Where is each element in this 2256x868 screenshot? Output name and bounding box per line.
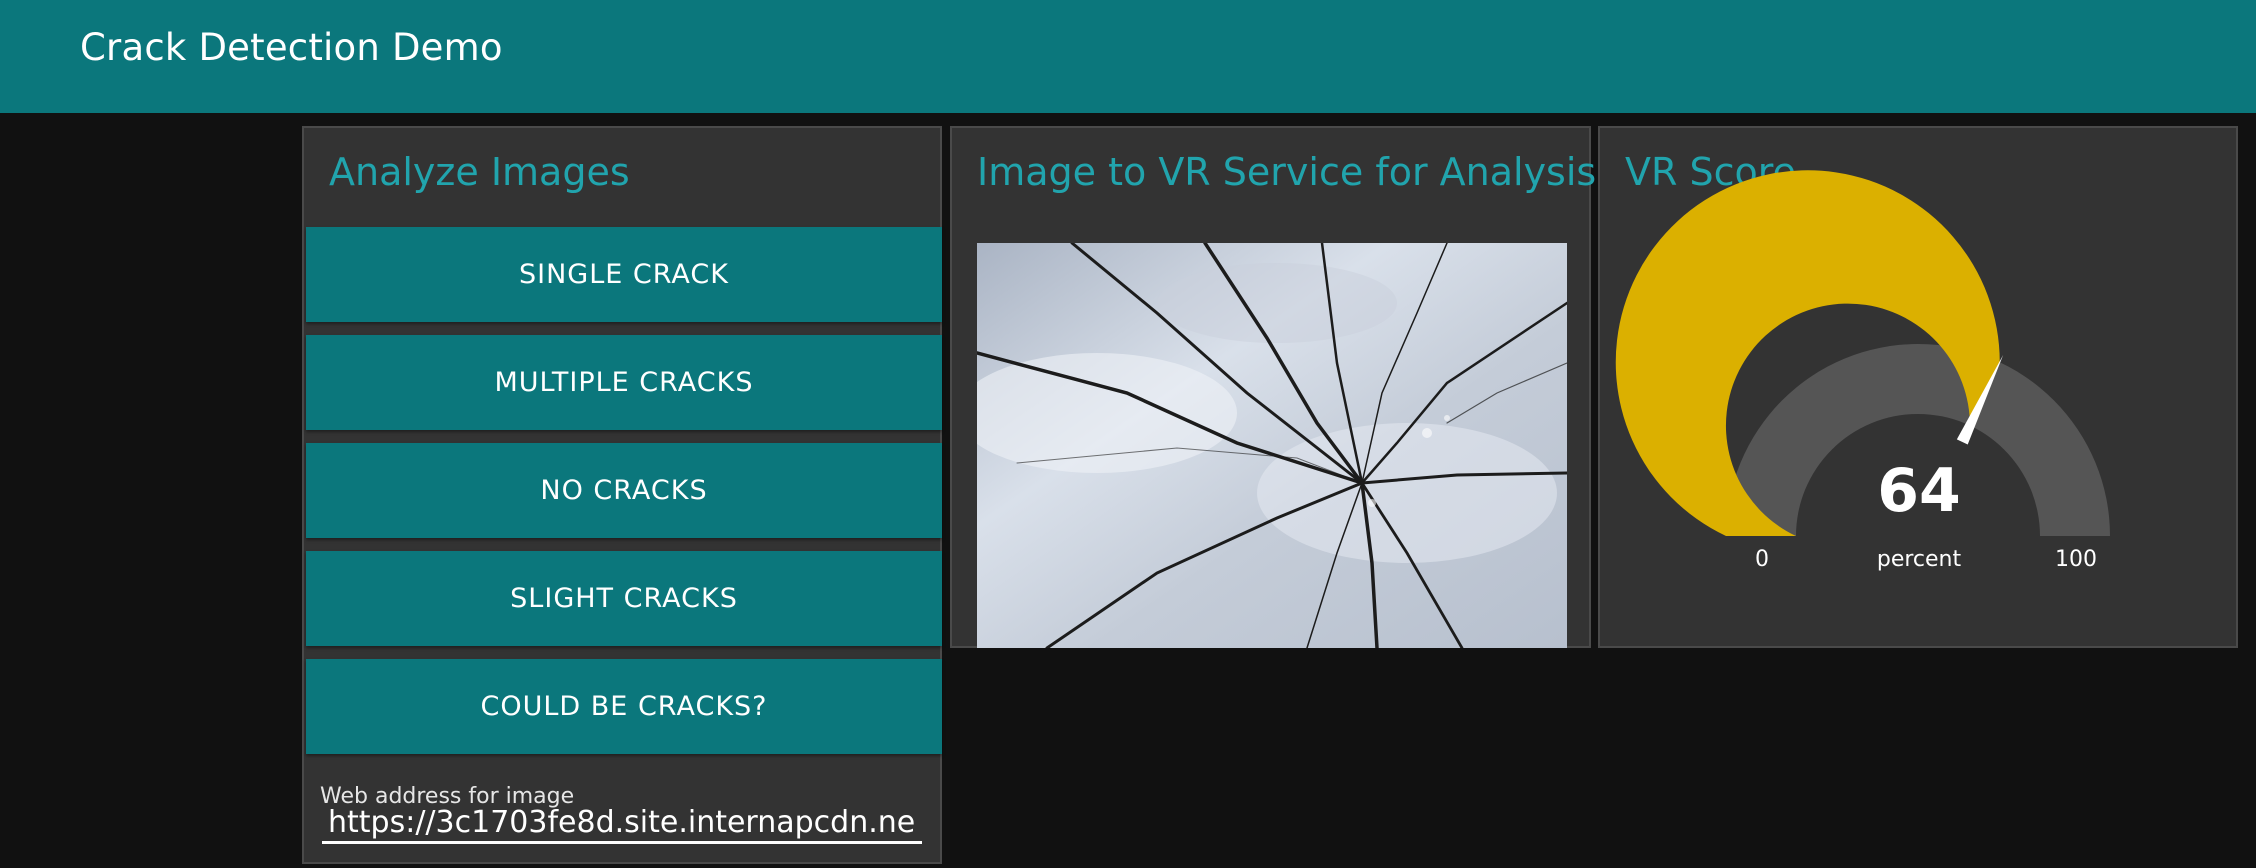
gauge-max-label: 100	[2055, 547, 2097, 572]
top-app-bar: Crack Detection Demo	[0, 0, 2256, 113]
no-cracks-button[interactable]: NO CRACKS	[306, 443, 942, 538]
analyze-images-card: Analyze Images SINGLE CRACK MULTIPLE CRA…	[302, 126, 942, 864]
slight-cracks-button[interactable]: SLIGHT CRACKS	[306, 551, 942, 646]
single-crack-button[interactable]: SINGLE CRACK	[306, 227, 942, 322]
image-analysis-card: Image to VR Service for Analysis	[950, 126, 1596, 648]
app-title: Crack Detection Demo	[80, 26, 503, 69]
gauge-value: 64	[1877, 456, 1961, 526]
gauge-unit: percent	[1877, 547, 1962, 572]
analyze-images-title: Analyze Images	[329, 150, 630, 194]
vr-score-gauge: 64 percent 0 100	[1615, 170, 2110, 572]
cracked-glass-image	[977, 243, 1567, 648]
image-panel-title: Image to VR Service for Analysis	[977, 150, 1597, 194]
multiple-cracks-button[interactable]: MULTIPLE CRACKS	[306, 335, 942, 430]
vr-score-card: VR Score 64 percent 0 100	[1598, 126, 2238, 648]
gauge-min-label: 0	[1755, 547, 1769, 572]
image-url-input[interactable]	[322, 804, 922, 844]
could-be-cracks-button[interactable]: COULD BE CRACKS?	[306, 659, 942, 754]
